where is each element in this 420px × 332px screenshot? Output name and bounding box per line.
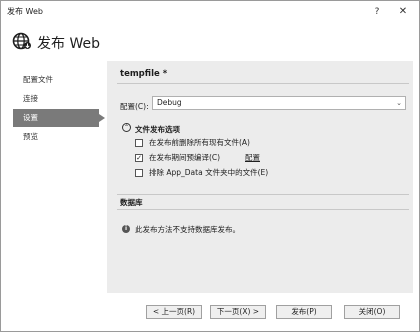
dialog-header: 发布 Web [1, 23, 419, 61]
precompile-checkbox[interactable]: ✓ [135, 154, 143, 162]
option-label: 在发布前删除所有现有文件(A) [149, 138, 250, 147]
nav-item-profile[interactable]: 配置文件 [13, 71, 99, 89]
help-button[interactable]: ? [369, 4, 385, 20]
wizard-nav: 配置文件 连接 设置 预览 [1, 61, 105, 291]
window-title: 发布 Web [7, 7, 43, 16]
configuration-label: 配置(C): [120, 102, 149, 111]
settings-panel: tempfile * 配置(C): Debug ⌄ ⌃ 文件发布选项 在发布前删… [107, 61, 413, 293]
configuration-select[interactable]: Debug ⌄ [152, 96, 406, 110]
exclude-app-data-checkbox[interactable] [135, 169, 143, 177]
globe-publish-icon [12, 32, 31, 50]
collapse-toggle-icon[interactable]: ⌃ [122, 123, 131, 132]
configure-precompile-link[interactable]: 配置 [245, 152, 260, 164]
active-indicator-arrow-icon [99, 114, 105, 122]
dialog-heading: 发布 Web [37, 36, 100, 52]
nav-item-label: 设置 [23, 113, 38, 122]
option-label: 排除 App_Data 文件夹中的文件(E) [149, 168, 269, 177]
chevron-down-icon: ⌄ [396, 99, 402, 107]
nav-item-connection[interactable]: 连接 [13, 90, 99, 108]
divider [117, 83, 409, 84]
configuration-value: Debug [157, 98, 182, 107]
profile-title: tempfile * [120, 69, 168, 79]
file-publish-options-title: 文件发布选项 [135, 125, 180, 134]
title-bar: 发布 Web ? ✕ [1, 1, 419, 23]
divider [117, 194, 409, 195]
nav-item-label: 连接 [23, 94, 38, 103]
publish-web-dialog: 发布 Web ? ✕ 发布 Web 配置文件 连接 设置 预览 tempfile… [0, 0, 420, 332]
nav-item-label: 配置文件 [23, 75, 53, 84]
divider [117, 209, 409, 210]
database-message: 此发布方法不支持数据库发布。 [135, 225, 240, 234]
next-button[interactable]: 下一页(X) > [210, 305, 266, 319]
info-icon: i [122, 225, 130, 233]
close-window-button[interactable]: ✕ [395, 4, 411, 20]
close-button[interactable]: 关闭(O) [344, 305, 400, 319]
nav-item-label: 预览 [23, 132, 38, 141]
database-section-title: 数据库 [120, 198, 143, 207]
option-label: 在发布期间预编译(C) [149, 153, 221, 162]
nav-item-settings[interactable]: 设置 [13, 109, 105, 127]
dialog-footer: < 上一页(R) 下一页(X) > 发布(P) 关闭(O) [1, 293, 419, 331]
previous-button[interactable]: < 上一页(R) [146, 305, 202, 319]
nav-item-preview[interactable]: 预览 [13, 128, 99, 146]
delete-existing-files-checkbox[interactable] [135, 139, 143, 147]
publish-button[interactable]: 发布(P) [276, 305, 332, 319]
